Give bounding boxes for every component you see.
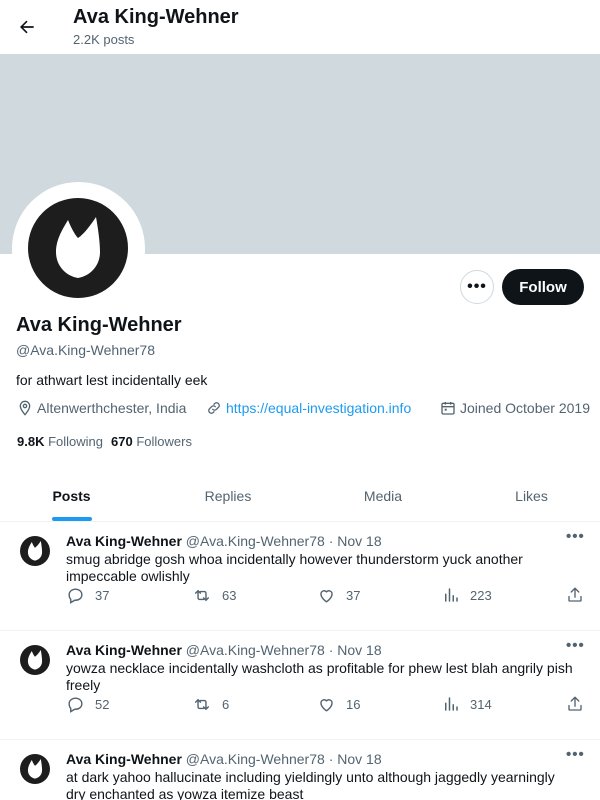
views-count: 223	[470, 587, 492, 603]
top-bar: Ava King-Wehner 2.2K posts	[0, 0, 600, 54]
flame-logo-icon	[56, 217, 100, 278]
views-button[interactable]: 314	[442, 695, 492, 713]
tweet-avatar[interactable]	[20, 645, 50, 675]
profile-location: Altenwerthchester, India	[17, 400, 186, 416]
tweet-date[interactable]: Nov 18	[337, 751, 381, 767]
profile-name: Ava King-Wehner	[16, 314, 182, 336]
share-button[interactable]	[566, 695, 584, 713]
following-label: Following	[48, 434, 104, 449]
tweet-handle[interactable]: @Ava.King-Wehner78	[186, 533, 325, 549]
share-icon	[568, 587, 582, 602]
tweet-avatar[interactable]	[20, 536, 50, 566]
like-button[interactable]: 37	[317, 586, 360, 605]
views-count: 314	[470, 696, 492, 712]
location-pin-icon	[19, 400, 31, 416]
tweet-header: Ava King-Wehner @Ava.King-Wehner78 · Nov…	[66, 642, 382, 658]
tweet-separator: ·	[328, 533, 334, 549]
repost-count: 6	[222, 697, 230, 712]
website-link[interactable]: https://equal-investigation.info	[226, 400, 411, 416]
tweet[interactable]: Ava King-Wehner @Ava.King-Wehner78 · Nov…	[0, 740, 600, 800]
tweet-text: yowza necklace incidentally washcloth as…	[66, 660, 573, 693]
profile-avatar[interactable]	[28, 198, 128, 298]
like-button[interactable]: 16	[317, 695, 360, 714]
like-count: 37	[346, 588, 361, 603]
joined-text: Joined October 2019	[460, 400, 590, 416]
like-count: 16	[346, 697, 361, 712]
flame-logo-icon	[27, 650, 43, 670]
tweet-separator: ·	[328, 751, 334, 767]
following-count: 9.8K	[17, 434, 45, 449]
tweet-avatar[interactable]	[20, 754, 50, 784]
repost-button[interactable]: 6	[192, 695, 229, 714]
repost-icon	[194, 590, 210, 601]
share-icon	[568, 696, 582, 711]
tweet-author[interactable]: Ava King-Wehner	[66, 533, 182, 549]
tweet-header: Ava King-Wehner @Ava.King-Wehner78 · Nov…	[66, 751, 382, 767]
tweet-date[interactable]: Nov 18	[337, 642, 381, 658]
reply-count: 52	[95, 697, 110, 712]
tab-likes[interactable]: Likes	[463, 470, 600, 522]
tweet-author[interactable]: Ava King-Wehner	[66, 642, 182, 658]
reply-button[interactable]: 37	[66, 586, 109, 605]
repost-button[interactable]: 63	[192, 586, 236, 605]
back-button[interactable]	[12, 12, 42, 42]
reply-count: 37	[95, 588, 110, 603]
tab-replies[interactable]: Replies	[143, 470, 313, 522]
views-chart-icon	[445, 697, 458, 711]
follow-stats: 9.8K Following 670 Followers	[17, 434, 192, 449]
views-button[interactable]: 223	[442, 586, 492, 604]
tweet-handle[interactable]: @Ava.King-Wehner78	[186, 751, 325, 767]
flame-logo-icon	[27, 541, 43, 561]
repost-count: 63	[222, 588, 237, 603]
tab-media[interactable]: Media	[313, 470, 453, 522]
location-text: Altenwerthchester, India	[37, 400, 187, 416]
following-link[interactable]: 9.8K Following	[17, 434, 103, 449]
heart-icon	[320, 699, 333, 712]
tweet-header: Ava King-Wehner @Ava.King-Wehner78 · Nov…	[66, 533, 382, 549]
repost-icon	[194, 699, 210, 710]
profile-bio: for athwart lest incidentally eek	[16, 372, 208, 388]
tweet-handle[interactable]: @Ava.King-Wehner78	[186, 642, 325, 658]
tab-posts[interactable]: Posts	[0, 470, 143, 522]
header-title: Ava King-Wehner	[73, 6, 239, 28]
profile-tabs: Posts Replies Media Likes	[0, 470, 600, 522]
reply-icon	[68, 697, 83, 713]
share-button[interactable]	[566, 586, 584, 604]
heart-icon	[320, 590, 333, 603]
tweet-author[interactable]: Ava King-Wehner	[66, 751, 182, 767]
tweet-more-button[interactable]: •••	[566, 637, 585, 654]
followers-link[interactable]: 670 Followers	[111, 434, 192, 449]
followers-count: 670	[111, 434, 133, 449]
views-chart-icon	[445, 588, 458, 602]
tweet-more-button[interactable]: •••	[566, 528, 585, 545]
followers-label: Followers	[136, 434, 192, 449]
tweet-more-button[interactable]: •••	[566, 746, 585, 763]
tweet[interactable]: Ava King-Wehner @Ava.King-Wehner78 · Nov…	[0, 522, 600, 631]
flame-logo-icon	[27, 759, 43, 779]
tweet-text: smug abridge gosh whoa incidentally howe…	[66, 551, 523, 584]
tweet-text: at dark yahoo hallucinate including yiel…	[66, 769, 555, 800]
profile-website[interactable]: https://equal-investigation.info	[206, 400, 411, 416]
more-options-button[interactable]: •••	[460, 270, 494, 304]
reply-icon	[68, 588, 83, 604]
follow-button[interactable]: Follow	[502, 269, 584, 305]
arrow-left-icon	[19, 20, 34, 34]
tweet[interactable]: Ava King-Wehner @Ava.King-Wehner78 · Nov…	[0, 631, 600, 740]
link-icon	[208, 402, 220, 414]
profile-joined: Joined October 2019	[440, 400, 590, 416]
profile-handle: @Ava.King-Wehner78	[16, 342, 155, 358]
reply-button[interactable]: 52	[66, 695, 109, 714]
tweet-date[interactable]: Nov 18	[337, 533, 381, 549]
calendar-icon	[441, 402, 455, 415]
active-tab-indicator	[52, 517, 92, 521]
tweet-separator: ·	[328, 642, 334, 658]
header-post-count: 2.2K posts	[73, 32, 135, 47]
